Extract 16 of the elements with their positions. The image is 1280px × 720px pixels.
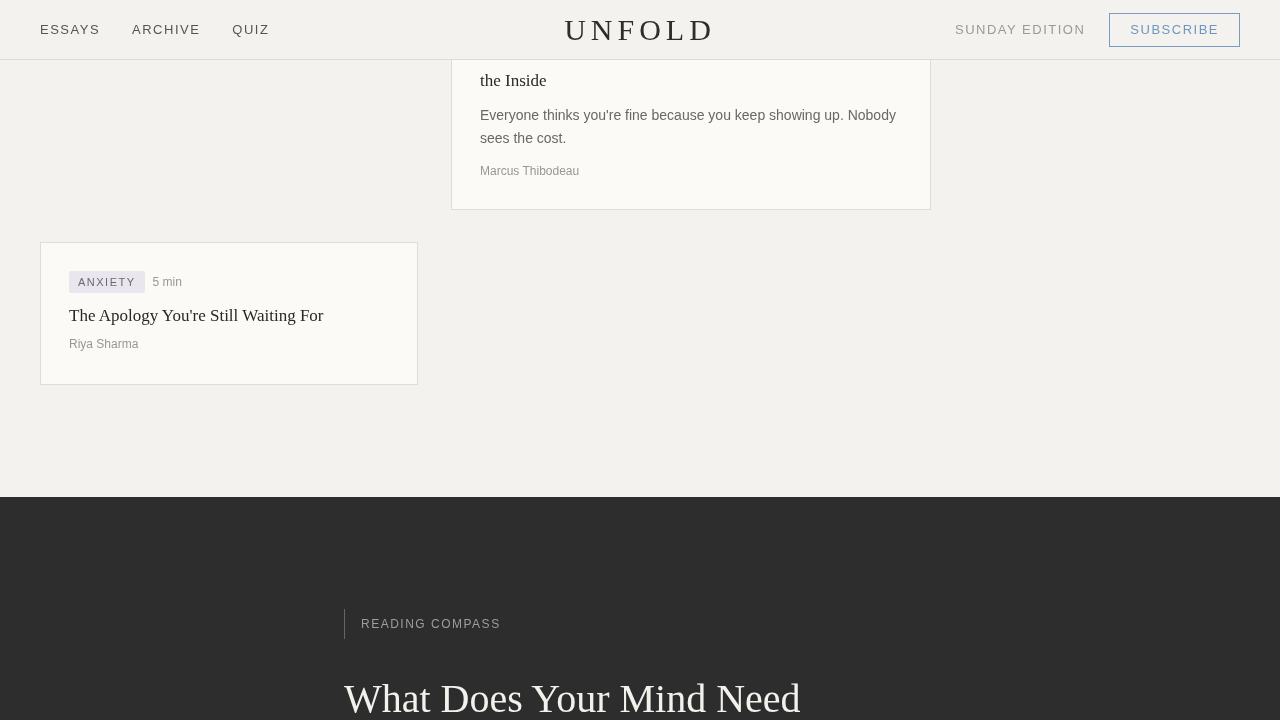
article-author: Riya Sharma bbox=[69, 337, 140, 351]
article-author: Marcus Thibodeau bbox=[480, 164, 581, 178]
article-title: The Apology You're Still Waiting For bbox=[69, 305, 325, 327]
site-logo[interactable]: UNFOLD bbox=[564, 12, 716, 47]
section-heading: What Does Your Mind Need bbox=[344, 679, 802, 719]
category-tag: ANXIETY bbox=[69, 271, 145, 293]
article-card[interactable]: ANXIETY 5 min The Apology You're Still Waiting For Riya Sharma bbox=[40, 242, 418, 385]
nav-link[interactable]: QUIZ bbox=[232, 22, 270, 37]
nav-link[interactable]: ESSAYS bbox=[40, 22, 101, 37]
article-title: the Inside bbox=[480, 70, 548, 92]
nav-link[interactable]: ARCHIVE bbox=[132, 22, 201, 37]
edition-label: SUNDAY EDITION bbox=[955, 22, 1086, 37]
section-label: READING COMPASS bbox=[344, 609, 501, 639]
article-card[interactable]: the Inside Everyone thinks you're fine because you keep showing up. Nobody sees the cost. Marcus Thibodeau bbox=[451, 60, 931, 210]
article-excerpt: Everyone thinks you're fine because you keep showing up. Nobody sees the cost. bbox=[480, 106, 897, 148]
read-time: 5 min bbox=[152, 275, 182, 289]
